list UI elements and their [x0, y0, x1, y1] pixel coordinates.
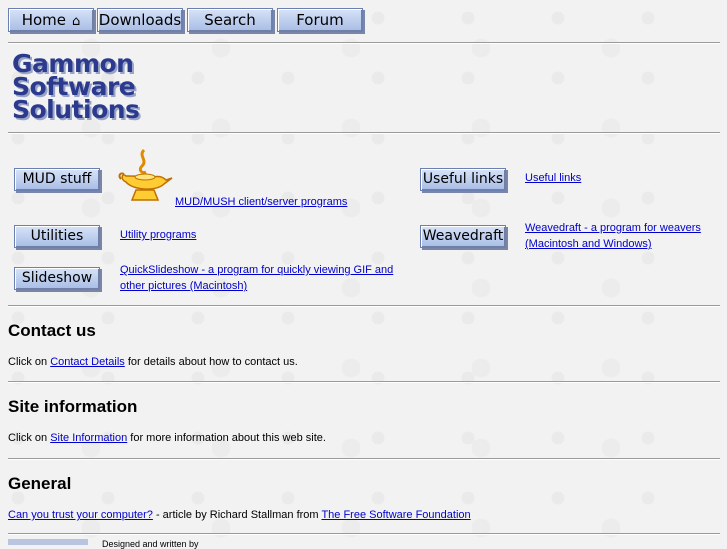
general-heading: General — [8, 474, 72, 493]
weavedraft-button[interactable]: Weavedraft — [420, 225, 506, 248]
site-info-prefix: Click on — [8, 432, 51, 444]
downloads-button[interactable]: Downloads — [97, 8, 183, 32]
downloads-label: Downloads — [98, 11, 182, 29]
home-button[interactable]: Home ⌂ — [8, 8, 94, 32]
divider — [8, 381, 720, 383]
contact-text: Click on Contact Details for details abo… — [8, 356, 298, 368]
contact-details-link[interactable]: Contact Details — [50, 356, 125, 368]
divider — [8, 458, 720, 460]
site-info-text: Click on Site Information for more infor… — [8, 432, 326, 444]
slideshow-link-block: QuickSlideshow - a program for quickly v… — [120, 262, 393, 294]
mud-link[interactable]: MUD/MUSH client/server programs — [175, 194, 347, 210]
genie-lamp-icon[interactable] — [118, 146, 174, 206]
general-text: Can you trust your computer? - article b… — [8, 509, 471, 521]
contact-prefix: Click on — [8, 356, 51, 368]
slideshow-label: Slideshow — [21, 270, 93, 286]
search-label: Search — [204, 11, 256, 29]
footer-logo — [8, 539, 88, 545]
weavedraft-link-platforms[interactable]: (Macintosh and Windows) — [525, 238, 652, 250]
slideshow-link[interactable]: QuickSlideshow - a program for quickly v… — [120, 264, 393, 276]
divider — [8, 42, 720, 44]
mud-stuff-button[interactable]: MUD stuff — [14, 168, 100, 191]
divider — [8, 132, 720, 134]
site-info-suffix: for more information about this web site… — [127, 432, 326, 444]
house-icon: ⌂ — [72, 14, 81, 29]
mud-stuff-label: MUD stuff — [22, 171, 92, 187]
utilities-label: Utilities — [30, 228, 84, 244]
home-label: Home — [21, 11, 67, 29]
trust-computer-link[interactable]: Can you trust your computer? — [8, 509, 153, 521]
weavedraft-link[interactable]: Weavedraft - a program for weavers — [525, 222, 701, 234]
slideshow-button[interactable]: Slideshow — [14, 267, 100, 290]
site-info-heading: Site information — [8, 397, 138, 416]
slideshow-link-platform[interactable]: other pictures (Macintosh) — [120, 280, 247, 292]
general-middle: - article by Richard Stallman from — [152, 509, 322, 521]
search-button[interactable]: Search — [187, 8, 273, 32]
divider — [8, 533, 720, 535]
free-software-foundation-link[interactable]: The Free Software Foundation — [321, 509, 470, 521]
weavedraft-link-block: Weavedraft - a program for weavers (Maci… — [525, 220, 701, 252]
utilities-button[interactable]: Utilities — [14, 225, 100, 248]
site-information-link[interactable]: Site Information — [50, 432, 127, 444]
contact-heading: Contact us — [8, 321, 96, 340]
forum-label: Forum — [296, 11, 344, 29]
contact-suffix: for details about how to contact us. — [124, 356, 298, 368]
forum-button[interactable]: Forum — [277, 8, 363, 32]
logo-line-3: Solutions — [12, 95, 140, 124]
useful-links-label: Useful links — [422, 171, 504, 187]
weavedraft-label: Weavedraft — [422, 228, 504, 244]
useful-links-link[interactable]: Useful links — [525, 170, 581, 186]
utilities-link[interactable]: Utility programs — [120, 227, 196, 243]
useful-links-button[interactable]: Useful links — [420, 168, 506, 191]
site-logo: Gammon Software Solutions — [12, 51, 140, 124]
divider — [8, 305, 720, 307]
